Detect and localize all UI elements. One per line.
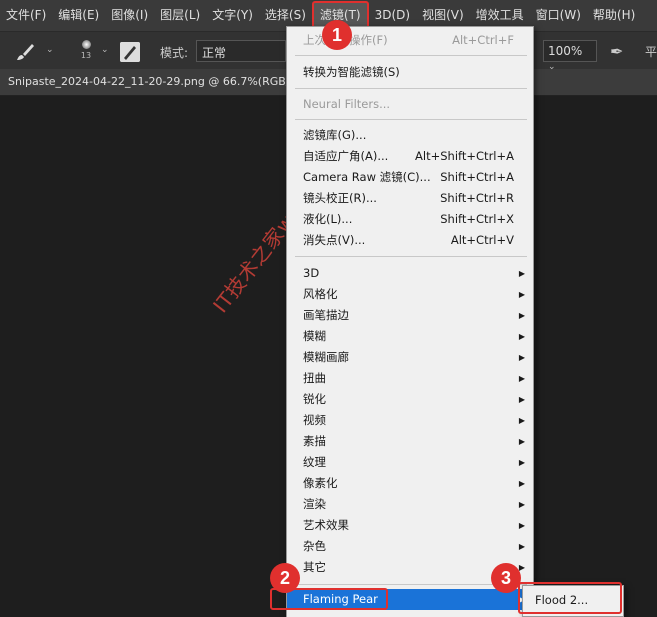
menu-item-submenu[interactable]: 模糊 ▶ xyxy=(287,326,533,347)
menu-item-command[interactable]: 自适应广角(A)... Alt+Shift+Ctrl+A xyxy=(287,146,533,167)
submenu-arrow-icon: ▶ xyxy=(518,374,525,383)
menu-item-label: 镜头校正(R)... xyxy=(303,191,377,205)
submenu-arrow-icon: ▶ xyxy=(518,500,525,509)
airbrush-icon[interactable]: ✒ xyxy=(610,42,630,62)
menu-item-label: 其它 xyxy=(303,560,326,574)
menu-item-submenu[interactable]: 素描 ▶ xyxy=(287,431,533,452)
menu-item-label: 素描 xyxy=(303,434,326,448)
menu-item-shortcut: Shift+Ctrl+A xyxy=(440,170,514,184)
menu-item-shortcut: Alt+Ctrl+V xyxy=(450,233,514,247)
menu-item-label: 锐化 xyxy=(303,392,326,406)
brush-size-value: 13 xyxy=(80,51,92,60)
menu-item-label: 模糊画廊 xyxy=(303,350,349,364)
submenu-arrow-icon: ▶ xyxy=(518,332,525,341)
submenu-arrow-icon: ▶ xyxy=(518,479,525,488)
menubar-item-2[interactable]: 图像(I) xyxy=(105,0,154,31)
menubar-item-10[interactable]: 窗口(W) xyxy=(530,0,587,31)
submenu-arrow-icon: ▶ xyxy=(518,437,525,446)
menubar-item-1[interactable]: 编辑(E) xyxy=(52,0,105,31)
menu-item-submenu[interactable]: 杂色 ▶ xyxy=(287,536,533,557)
menu-item-command[interactable]: 液化(L)... Shift+Ctrl+X xyxy=(287,209,533,230)
annotation-badge-2: 2 xyxy=(270,563,300,593)
menu-item-submenu[interactable]: 渲染 ▶ xyxy=(287,494,533,515)
submenu-arrow-icon: ▶ xyxy=(518,458,525,467)
menu-item-label: 杂色 xyxy=(303,539,326,553)
annotation-badge-1: 1 xyxy=(322,20,352,50)
opacity-value: 100% xyxy=(548,44,583,58)
menu-item-submenu[interactable]: 画笔描边 ▶ xyxy=(287,305,533,326)
menu-item-shortcut: Shift+Ctrl+R xyxy=(440,191,514,205)
submenu-arrow-icon: ▶ xyxy=(518,395,525,404)
smoothing-label: 平 xyxy=(645,45,657,59)
menu-item-label: 消失点(V)... xyxy=(303,233,366,247)
menu-item-command[interactable]: 消失点(V)... Alt+Ctrl+V xyxy=(287,230,533,251)
brush-size-chevron-icon[interactable]: ⌄ xyxy=(101,45,109,55)
menu-item-submenu[interactable]: 风格化 ▶ xyxy=(287,284,533,305)
menu-item-neural-filters[interactable]: Neural Filters... xyxy=(287,94,533,115)
submenu-arrow-icon: ▶ xyxy=(518,269,525,278)
mode-value: 正常 xyxy=(202,46,227,60)
menu-item-shortcut: Alt+Ctrl+F xyxy=(452,33,514,47)
annotation-box-3 xyxy=(518,582,622,614)
menu-item-submenu[interactable]: 像素化 ▶ xyxy=(287,473,533,494)
annotation-badge-3: 3 xyxy=(491,563,521,593)
menu-item-label: 渲染 xyxy=(303,497,326,511)
menu-item-label: 视频 xyxy=(303,413,326,427)
menu-separator xyxy=(295,119,527,120)
mode-label: 模式: xyxy=(160,46,189,60)
menu-item-label: 自适应广角(A)... xyxy=(303,149,389,163)
submenu-arrow-icon: ▶ xyxy=(518,416,525,425)
submenu-arrow-icon: ▶ xyxy=(518,290,525,299)
menu-separator xyxy=(295,256,527,257)
menu-item-label: 滤镜库(G)... xyxy=(303,128,367,142)
menu-item-command[interactable]: Camera Raw 滤镜(C)... Shift+Ctrl+A xyxy=(287,167,533,188)
menu-item-label: 风格化 xyxy=(303,287,338,301)
menu-item-submenu[interactable]: 3D ▶ xyxy=(287,263,533,284)
menu-item-label: 画笔描边 xyxy=(303,308,349,322)
menu-item-label: 扭曲 xyxy=(303,371,326,385)
document-tab-title: Snipaste_2024-04-22_11-20-29.png @ 66.7%… xyxy=(8,75,297,88)
menu-item-label: Camera Raw 滤镜(C)... xyxy=(303,170,431,184)
menu-separator xyxy=(295,55,527,56)
submenu-arrow-icon: ▶ xyxy=(518,542,525,551)
menu-item-submenu[interactable]: 扭曲 ▶ xyxy=(287,368,533,389)
menu-item-shortcut: Shift+Ctrl+X xyxy=(440,212,514,226)
menu-item-submenu[interactable]: 纹理 ▶ xyxy=(287,452,533,473)
brush-size-picker[interactable]: 13 xyxy=(74,38,98,66)
menu-separator xyxy=(295,88,527,89)
menu-item-label: 像素化 xyxy=(303,476,338,490)
menu-item-label: 3D xyxy=(303,266,320,280)
menu-item-convert-smart-filter[interactable]: 转换为智能滤镜(S) xyxy=(287,62,533,83)
menu-item-label: 转换为智能滤镜(S) xyxy=(303,65,400,79)
menubar-item-0[interactable]: 文件(F) xyxy=(0,0,52,31)
brush-settings-icon[interactable] xyxy=(120,42,140,62)
menu-item-label: 纹理 xyxy=(303,455,326,469)
menu-item-command[interactable]: 镜头校正(R)... Shift+Ctrl+R xyxy=(287,188,533,209)
submenu-arrow-icon: ▶ xyxy=(518,521,525,530)
menu-item-command[interactable]: 滤镜库(G)... xyxy=(287,125,533,146)
menu-item-submenu[interactable]: 艺术效果 ▶ xyxy=(287,515,533,536)
menubar-item-4[interactable]: 文字(Y) xyxy=(206,0,259,31)
menu-item-label: 液化(L)... xyxy=(303,212,353,226)
mode-select[interactable]: 正常 xyxy=(196,40,286,62)
menubar-item-11[interactable]: 帮助(H) xyxy=(587,0,641,31)
submenu-arrow-icon: ▶ xyxy=(518,353,525,362)
brush-tool-icon[interactable] xyxy=(14,41,36,63)
menu-item-label: 艺术效果 xyxy=(303,518,349,532)
submenu-arrow-icon: ▶ xyxy=(518,311,525,320)
menu-item-label: Neural Filters... xyxy=(303,97,391,111)
menu-item-label: 模糊 xyxy=(303,329,326,343)
menu-item-shortcut: Alt+Shift+Ctrl+A xyxy=(415,149,514,163)
menu-item-submenu[interactable]: 模糊画廊 ▶ xyxy=(287,347,533,368)
menu-item-submenu[interactable]: 视频 ▶ xyxy=(287,410,533,431)
opacity-select[interactable]: 100% ⌄ xyxy=(543,40,597,72)
menubar-item-3[interactable]: 图层(L) xyxy=(154,0,206,31)
brush-tip-icon xyxy=(81,40,91,49)
brush-preset-chevron-icon[interactable]: ⌄ xyxy=(46,45,54,55)
filter-menu: 上次滤镜操作(F) Alt+Ctrl+F 转换为智能滤镜(S) Neural F… xyxy=(286,26,534,617)
menu-item-submenu[interactable]: 锐化 ▶ xyxy=(287,389,533,410)
